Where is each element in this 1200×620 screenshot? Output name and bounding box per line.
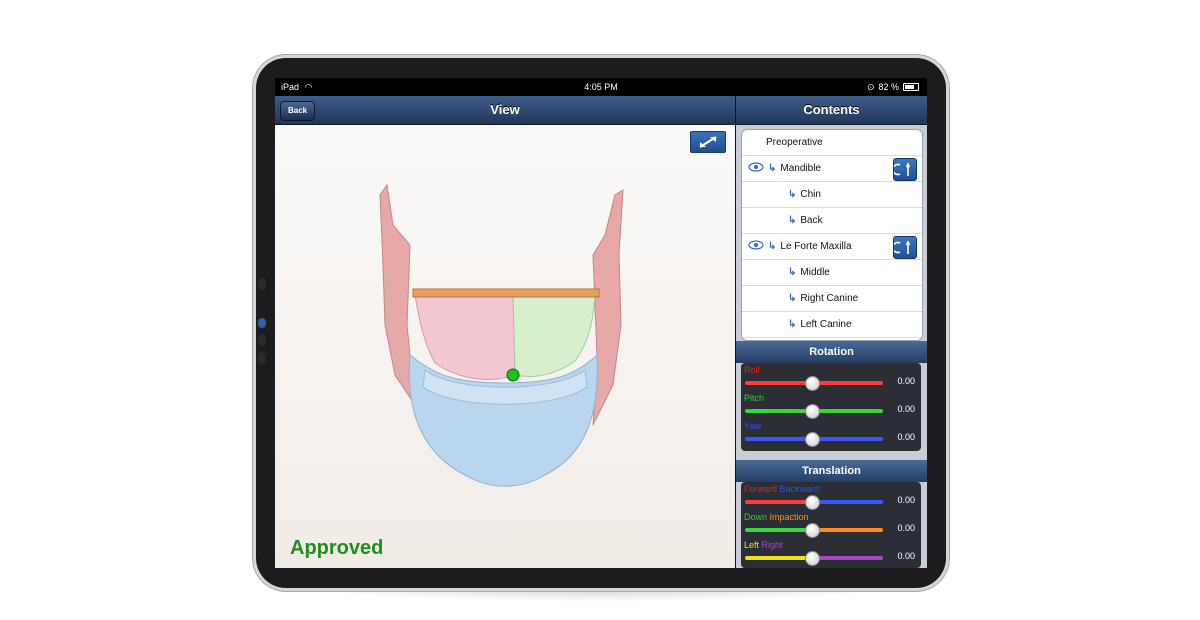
slider-thumb[interactable] — [805, 523, 820, 538]
contents-item[interactable]: ↳ Back — [742, 208, 922, 234]
slider-thumb[interactable] — [805, 551, 820, 566]
transform-tool-button[interactable] — [892, 158, 917, 181]
contents-item[interactable]: Preoperative — [742, 130, 922, 156]
contents-item[interactable]: ↳ Left Canine — [742, 312, 922, 338]
slider-label-primary: Pitch — [744, 393, 765, 403]
slider-row: Left Right 0.00 — [741, 540, 921, 568]
slider-row: Roll 0.00 — [741, 365, 921, 393]
contents-item[interactable]: ↳ Le Forte Maxilla — [742, 234, 922, 260]
3d-viewport[interactable]: Approved — [275, 125, 735, 568]
contents-panel: Preoperative ↳ Mandible ↳ Chin ↳ Back ↳ Le Forte… — [736, 125, 927, 568]
contents-item-label: Right Canine — [800, 293, 859, 304]
slider-value: 0.00 — [897, 551, 915, 561]
contents-item-label: Middle — [800, 267, 830, 278]
slider-value: 0.00 — [897, 404, 915, 414]
slider-label: Pitch — [744, 393, 764, 403]
contents-item-label: Le Forte Maxilla — [780, 241, 852, 252]
contents-title: Contents — [803, 102, 860, 117]
slider-value: 0.00 — [897, 376, 915, 386]
transform-tool-button[interactable] — [892, 236, 917, 259]
slider-label-secondary: Right — [761, 540, 783, 550]
child-arrow-icon: ↳ — [768, 241, 777, 252]
child-arrow-icon: ↳ — [768, 163, 777, 174]
mute-switch — [258, 278, 266, 290]
volume-up-button — [258, 334, 266, 346]
slider-row: Down Impaction 0.00 — [741, 512, 921, 540]
visibility-eye-icon[interactable] — [748, 240, 764, 253]
fullscreen-button[interactable] — [690, 131, 726, 153]
contents-item-label: Left Canine — [800, 319, 852, 330]
approval-status: Approved — [290, 537, 384, 559]
contents-item[interactable]: ↳ Middle — [742, 260, 922, 286]
slider-label: Forward Backward — [744, 484, 819, 494]
rotation-header: Rotation — [736, 341, 927, 363]
side-indicator — [258, 318, 266, 328]
contents-list: Preoperative ↳ Mandible ↳ Chin ↳ Back ↳ Le Forte… — [741, 129, 923, 341]
slider-label: Roll — [744, 365, 760, 375]
slider-value: 0.00 — [897, 495, 915, 505]
slider-label-secondary: Backward — [779, 484, 820, 494]
contents-item-label: Chin — [800, 189, 821, 200]
slider-label: Down Impaction — [744, 512, 809, 522]
status-right: ⊙ 82 % — [867, 78, 919, 96]
contents-item-label: Back — [800, 215, 823, 226]
slider-label-primary: Roll — [744, 365, 760, 375]
translation-header: Translation — [736, 460, 927, 482]
slider-value: 0.00 — [897, 432, 915, 442]
slider-thumb[interactable] — [805, 432, 820, 447]
slider-label: Left Right — [744, 540, 783, 550]
contents-item[interactable]: ↳ Right Canine — [742, 286, 922, 312]
child-arrow-icon: ↳ — [788, 267, 797, 278]
translation-controls: Forward Backward 0.00 Down Impaction 0.00 Le… — [741, 482, 921, 568]
status-bar: iPad ◠ 4:05 PM ⊙ 82 % — [275, 78, 927, 96]
slider-label-primary: Forward — [744, 484, 778, 494]
rotation-controls: Roll 0.00 Pitch 0.00 Yaw 0.00 — [741, 363, 921, 451]
slider-label-primary: Down — [744, 512, 768, 522]
child-arrow-icon: ↳ — [788, 293, 797, 304]
rotate-tool-icon — [892, 163, 910, 176]
slider-row: Forward Backward 0.00 — [741, 484, 921, 512]
slider-row: Yaw 0.00 — [741, 421, 921, 449]
slider-row: Pitch 0.00 — [741, 393, 921, 421]
view-title: View — [490, 102, 520, 117]
slider-label: Yaw — [744, 421, 761, 431]
slider-thumb[interactable] — [805, 376, 820, 391]
view-nav-bar: Back View — [275, 96, 735, 125]
contents-item[interactable]: ↳ Chin — [742, 182, 922, 208]
rotation-lock-icon: ⊙ — [866, 82, 875, 92]
slider-label-primary: Left — [744, 540, 760, 550]
battery-percent: 82 % — [878, 82, 899, 92]
status-time: 4:05 PM — [584, 82, 618, 92]
expand-arrows-icon — [699, 136, 717, 148]
slider-label-primary: Yaw — [744, 421, 761, 431]
slider-thumb[interactable] — [805, 495, 820, 510]
contents-nav-bar: Contents — [736, 96, 927, 125]
child-arrow-icon: ↳ — [788, 319, 797, 330]
slider-value: 0.00 — [897, 523, 915, 533]
child-arrow-icon: ↳ — [788, 215, 797, 226]
ipad-screen: iPad ◠ 4:05 PM ⊙ 82 % Back View Contents — [275, 78, 927, 568]
child-arrow-icon: ↳ — [788, 189, 797, 200]
volume-down-button — [258, 352, 266, 364]
rotate-tool-icon — [892, 241, 910, 254]
slider-thumb[interactable] — [805, 404, 820, 419]
slider-label-secondary: Impaction — [769, 512, 809, 522]
contents-item[interactable]: ↳ Mandible — [742, 156, 922, 182]
landmark-point[interactable] — [506, 368, 520, 382]
contents-item-label: Mandible — [780, 163, 821, 174]
jaw-model[interactable] — [275, 125, 735, 568]
contents-item-label: Preoperative — [766, 137, 823, 148]
visibility-eye-icon[interactable] — [748, 162, 764, 175]
battery-icon — [903, 83, 919, 91]
